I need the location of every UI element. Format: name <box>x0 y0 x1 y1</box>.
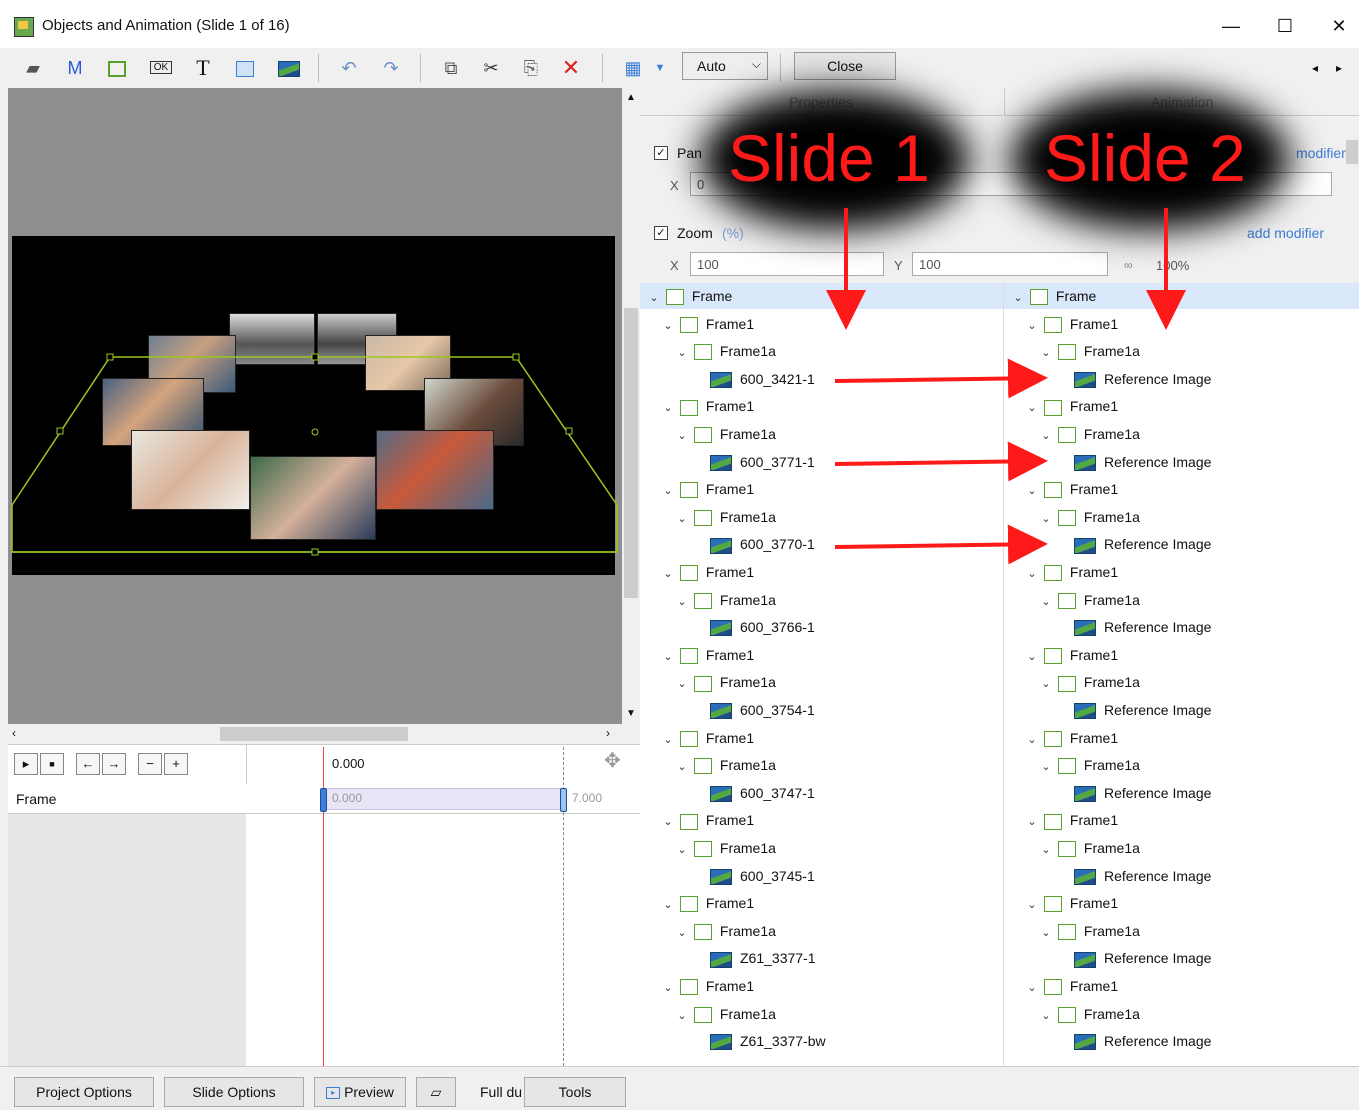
slide2-label: Slide 2 <box>1044 121 1246 195</box>
slide-options-button[interactable]: Slide Options <box>164 1077 304 1107</box>
tools-button[interactable]: Tools <box>524 1077 626 1107</box>
arrow-link-1 <box>834 358 1048 399</box>
project-options-button[interactable]: Project Options <box>14 1077 154 1107</box>
full-duration-label: Full du <box>480 1084 523 1100</box>
arrow-link-3 <box>834 524 1048 565</box>
preview-icon: ▸ <box>326 1087 341 1100</box>
arrow-link-2 <box>834 441 1048 482</box>
preview-label: Preview <box>344 1084 394 1100</box>
slide1-label: Slide 1 <box>728 121 930 195</box>
preview-button[interactable]: ▸ Preview <box>314 1077 406 1107</box>
screen-icon[interactable]: ▱ <box>416 1077 456 1107</box>
